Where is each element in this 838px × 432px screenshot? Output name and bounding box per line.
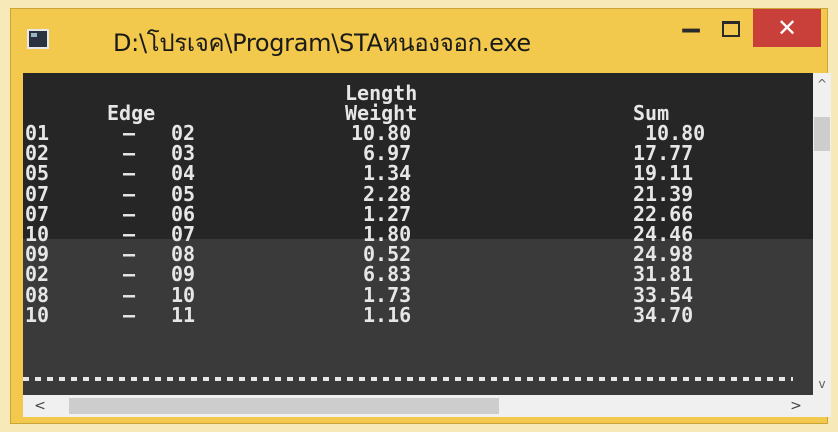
cell-dash: — <box>123 141 136 166</box>
cell-to: 04 <box>171 161 196 186</box>
cell-weight: 1.27 <box>363 201 412 226</box>
cell-to: 11 <box>171 302 196 327</box>
cell-sum: 19.11 <box>633 161 694 186</box>
console-output[interactable]: Length Edge Weight Sum 01—02 10.80 10.80 02… <box>23 73 831 395</box>
table-row: 08 — 10 1.73 33.54 <box>23 285 813 305</box>
cell-sum: 24.46 <box>633 222 694 246</box>
close-icon: ✕ <box>776 14 798 42</box>
table-row: 02 — 03 6.97 17.77 <box>23 143 813 163</box>
dotted-separator <box>23 377 793 381</box>
cell-weight: 10.80 <box>351 121 412 145</box>
cell-to: 07 <box>171 222 196 246</box>
minimize-icon: ‒ <box>680 11 702 47</box>
cell-from: 02 <box>25 262 50 287</box>
cell-from: 05 <box>25 161 50 186</box>
cell-weight: 6.97 <box>363 141 412 166</box>
cell-dash: — <box>123 201 136 226</box>
cell-sum: 31.81 <box>633 262 694 287</box>
cell-from: 08 <box>25 282 50 307</box>
cell-weight: 1.16 <box>363 302 412 327</box>
table-row: 07 — 06 1.27 22.66 <box>23 204 813 224</box>
cell-to: 06 <box>171 201 196 226</box>
header-edge: Edge <box>107 101 156 125</box>
cell-from: 02 <box>25 141 50 166</box>
cell-from: 01 <box>25 121 50 145</box>
title-bar[interactable]: D:\โปรเจค\Program\STAหนองจอก.exe ‒ ✕ <box>11 9 827 73</box>
vertical-scroll-thumb[interactable] <box>814 117 830 151</box>
maximize-icon <box>722 21 740 37</box>
console-text: Length Edge Weight Sum 01—02 10.80 10.80 02… <box>23 73 813 395</box>
cell-from: 09 <box>25 242 50 267</box>
cell-dash: — <box>123 121 136 145</box>
header-length: Length <box>345 81 418 105</box>
scroll-up-icon[interactable]: ^ <box>813 75 831 93</box>
cell-weight: 2.28 <box>363 181 412 206</box>
table-row: 10 — 11 1.16 34.70 <box>23 305 813 325</box>
cell-to: 03 <box>171 141 196 166</box>
table-row: 02 — 09 6.83 31.81 <box>23 264 813 284</box>
cell-from: 07 <box>25 201 50 226</box>
minimize-button[interactable]: ‒ <box>671 9 711 49</box>
table-row: 01 — 02 10.80 10.80 <box>23 123 813 143</box>
cell-dash: — <box>123 302 136 327</box>
cell-from: 10 <box>25 302 50 327</box>
table-row: 07 — 05 2.28 21.39 <box>23 184 813 204</box>
maximize-button[interactable] <box>711 9 751 49</box>
table-row: 10 — 07 1.80 24.46 <box>23 224 813 244</box>
cell-dash: — <box>123 222 136 246</box>
cell-sum: 17.77 <box>633 141 694 166</box>
console-window: D:\โปรเจค\Program\STAหนองจอก.exe ‒ ✕ Len… <box>10 8 831 424</box>
window-title: D:\โปรเจค\Program\STAหนองจอก.exe <box>113 29 531 57</box>
scrollbar-corner <box>813 395 831 417</box>
cell-weight: 0.52 <box>363 242 412 267</box>
horizontal-scrollbar[interactable]: < > <box>23 395 813 417</box>
cell-to: 08 <box>171 242 196 267</box>
cell-dash: — <box>123 262 136 287</box>
close-button[interactable]: ✕ <box>753 9 821 47</box>
cell-weight: 6.83 <box>363 262 412 287</box>
cell-from: 10 <box>25 222 50 246</box>
scroll-left-icon[interactable]: < <box>29 395 51 417</box>
cell-dash: — <box>123 242 136 267</box>
scroll-right-icon[interactable]: > <box>785 395 807 417</box>
console-app-icon[interactable] <box>27 29 49 49</box>
cell-sum: 33.54 <box>633 282 694 307</box>
header-weight: Weight <box>345 101 418 125</box>
cell-to: 02 <box>171 121 196 145</box>
horizontal-scroll-thumb[interactable] <box>69 398 499 414</box>
cell-sum: 21.39 <box>633 181 694 206</box>
cell-from: 07 <box>25 181 50 206</box>
vertical-scrollbar[interactable]: ^ v <box>813 73 831 395</box>
cell-weight: 1.73 <box>363 282 412 307</box>
cell-dash: — <box>123 161 136 186</box>
cell-to: 10 <box>171 282 196 307</box>
scroll-down-icon[interactable]: v <box>813 375 831 393</box>
cell-sum: 34.70 <box>633 302 694 327</box>
cell-weight: 1.34 <box>363 161 412 186</box>
cell-sum: 24.98 <box>633 242 694 267</box>
header-sum: Sum <box>633 101 670 125</box>
cell-dash: — <box>123 181 136 206</box>
cell-to: 09 <box>171 262 196 287</box>
cell-sum: 10.80 <box>645 121 706 145</box>
table-row: 09 — 08 0.52 24.98 <box>23 244 813 264</box>
cell-to: 05 <box>171 181 196 206</box>
table-row: 05 — 04 1.34 19.11 <box>23 163 813 183</box>
cell-sum: 22.66 <box>633 201 694 226</box>
cell-dash: — <box>123 282 136 307</box>
cell-weight: 1.80 <box>363 222 412 246</box>
